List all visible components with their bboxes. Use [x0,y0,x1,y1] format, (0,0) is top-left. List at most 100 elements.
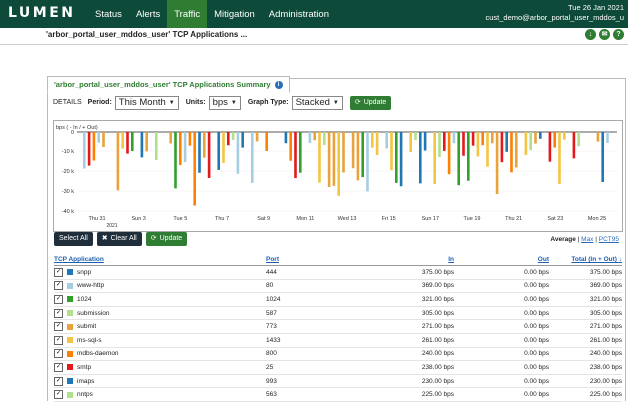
user-email[interactable]: cust_demo@arbor_portal_user_mddos_u [485,13,624,23]
traffic-chart-svg: bps ( - In / + Out)0 -10 k -20 k -30 k -40 k… [56,125,617,229]
applications-table: TCP Application Port In Out Total (In + … [54,254,622,402]
chart-bar [462,132,465,156]
chart-bar [222,132,225,163]
chart-bar [351,132,355,169]
x-tick-label: Tue 19 [464,216,481,222]
row-checkbox[interactable]: ✓ [54,281,63,291]
chart-bar [539,132,542,139]
row-checkbox[interactable]: ✓ [54,294,63,304]
nav-administration[interactable]: Administration [262,0,336,28]
nav-alerts[interactable]: Alerts [129,0,167,28]
row-checkbox[interactable]: ✓ [54,349,63,359]
info-icon[interactable]: i [274,80,283,89]
clear-all-button[interactable]: ✖ Clear All [96,232,142,246]
out-cell: 0.00 bps [524,391,549,399]
col-out[interactable]: Out [454,256,549,263]
chart-bar [323,132,326,146]
row-checkbox[interactable]: ✓ [54,376,63,386]
chart-bar [337,132,340,196]
nav-mitigation[interactable]: Mitigation [207,0,262,28]
email-icon[interactable]: ✉ [599,29,610,40]
x-tick-label: Tue 5 [173,216,187,222]
chart-bar [140,132,144,158]
units-select[interactable]: bps ▼ [208,95,241,110]
x-tick-label: Sat 23 [547,216,563,222]
app-name: www-http [77,282,105,290]
app-cell: ✓ snpp [54,267,266,277]
chart-bar [102,132,105,148]
traffic-chart: bps ( - In / + Out) 0 -10 k -20 k -30 k -40 k… [53,120,623,232]
app-name: imaps [77,377,95,385]
y-tick-label: -40 k [62,209,74,215]
pct95-option[interactable]: PCT95 [599,236,619,243]
row-checkbox[interactable]: ✓ [54,267,63,277]
y-tick-label: -20 k [62,169,74,175]
chart-bar [203,132,206,158]
download-icon[interactable]: ↓ [585,29,596,40]
chart-bar [457,132,460,186]
x-tick-label: Thu 21 [505,216,522,222]
nav-status[interactable]: Status [88,0,129,28]
app-cell: ✓ submit [54,322,266,332]
max-option[interactable]: Max [581,236,593,243]
close-icon: ✖ [101,235,108,242]
lumen-logo[interactable]: LUMEN [8,5,76,21]
chart-bar [419,132,422,184]
out-cell: 0.00 bps [524,377,549,385]
chart-bar [356,132,360,181]
color-swatch [67,269,73,276]
row-checkbox[interactable]: ✓ [54,335,63,345]
color-swatch [67,323,73,330]
port-cell: 587 [266,309,277,317]
row-checkbox[interactable]: ✓ [54,308,63,318]
port-cell: 800 [266,350,277,358]
app-cell: ✓ ms-sql-s [54,335,266,345]
color-swatch [67,296,73,303]
chart-bar [524,132,528,156]
refresh-icon: ⟳ [150,235,157,242]
in-cell: 321.00 bps [421,295,454,303]
graph-type-label: Graph Type: [247,99,289,106]
x-tick-label: Mon 11 [296,216,314,222]
total-cell: 225.00 bps [589,391,622,399]
table-header: TCP Application Port In Out Total (In + … [54,254,622,266]
row-checkbox[interactable]: ✓ [54,362,63,372]
table-row: ✓ mdbs-daemon 800 240.00 bps 0.00 bps 240.00 … [54,348,622,362]
period-select[interactable]: This Month ▼ [114,95,179,110]
average-option[interactable]: Average [550,236,575,243]
x-tick-label: Mon 25 [588,216,606,222]
refresh-icon: ⟳ [354,98,361,106]
row-checkbox[interactable]: ✓ [54,322,63,332]
x-tick-label: Fri 15 [382,216,396,222]
row-checkbox[interactable]: ✓ [54,390,63,400]
col-port[interactable]: Port [266,256,384,263]
nav-traffic[interactable]: Traffic [167,0,208,28]
col-total[interactable]: Total (In + Out) ↓ [549,256,622,263]
chart-bar [265,132,268,151]
chart-bar [227,132,230,146]
update-table-label: Update [159,235,183,242]
table-body: ✓ snpp 444 375.00 bps 0.00 bps 375.00 bps ✓ www… [54,266,622,402]
chart-bar [217,132,220,170]
table-row: ✓ smtp 25 238.00 bps 0.00 bps 238.00 bps [54,361,622,375]
help-icon[interactable]: ? [613,29,624,40]
port-cell: 25 [266,363,274,371]
col-in[interactable]: In [384,256,454,263]
col-application[interactable]: TCP Application [54,256,266,263]
table-row: ✓ 1024 1024 321.00 bps 0.00 bps 321.00 bps [54,293,622,307]
graph-type-select[interactable]: Stacked ▼ [291,95,343,110]
update-graph-button[interactable]: ⟳ Update [349,95,392,110]
chart-bar [510,132,513,173]
app-cell: ✓ www-http [54,281,266,291]
period-label: Period: [87,99,112,106]
select-all-button[interactable]: Select All [54,232,93,246]
clear-all-label: Clear All [110,235,137,242]
color-swatch [67,337,73,344]
in-cell: 240.00 bps [421,350,454,358]
chart-bar [452,132,456,144]
chart-bar [481,132,484,146]
out-cell: 0.00 bps [524,282,549,290]
main-nav: Status Alerts Traffic Mitigation Administrat… [88,0,336,28]
update-table-button[interactable]: ⟳ Update [145,232,188,246]
total-cell: 261.00 bps [589,336,622,344]
